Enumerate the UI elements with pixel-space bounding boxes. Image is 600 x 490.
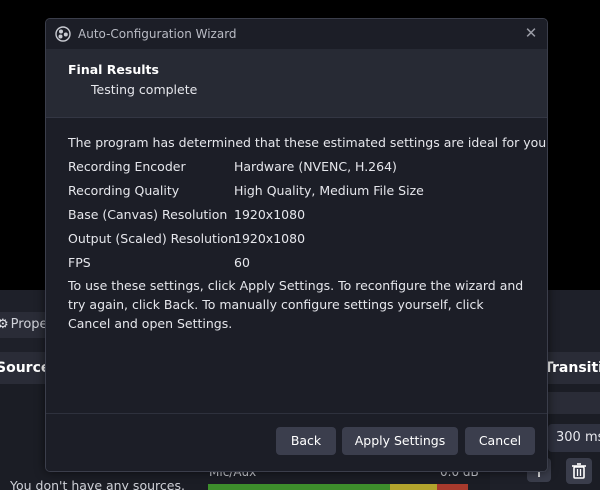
gear-icon: ⚙ <box>0 317 9 332</box>
no-sources-message: You don't have any sources. <box>10 478 185 490</box>
auto-config-wizard-dialog: Auto-Configuration Wizard ✕ Final Result… <box>45 18 548 472</box>
dialog-titlebar[interactable]: Auto-Configuration Wizard ✕ <box>46 19 547 49</box>
transitions-dock-header: Transiti... <box>540 352 600 384</box>
trash-icon[interactable] <box>566 458 592 484</box>
setting-value: High Quality, Medium File Size <box>234 183 424 198</box>
dialog-button-bar: Back Apply Settings Cancel <box>46 413 547 471</box>
wizard-page-header: Final Results Testing complete <box>46 49 547 118</box>
close-icon[interactable]: ✕ <box>523 25 539 41</box>
setting-value: 60 <box>234 255 250 270</box>
results-intro: The program has determined that these es… <box>68 135 548 150</box>
properties-tab-label: Prope <box>10 317 48 332</box>
back-button[interactable]: Back <box>276 427 336 455</box>
screen: ⚙ Prope Sources You don't have any source… <box>0 0 600 490</box>
setting-row-output-resolution: Output (Scaled) Resolution 1920x1080 <box>68 231 528 251</box>
setting-value: 1920x1080 <box>234 231 306 246</box>
setting-value: 1920x1080 <box>234 207 306 222</box>
setting-value: Hardware (NVENC, H.264) <box>234 159 397 174</box>
obs-logo-icon <box>55 26 71 42</box>
page-title: Final Results <box>68 62 159 77</box>
cancel-button[interactable]: Cancel <box>465 427 535 455</box>
setting-row-recording-quality: Recording Quality High Quality, Medium F… <box>68 183 528 203</box>
setting-row-recording-encoder: Recording Encoder Hardware (NVENC, H.264… <box>68 159 528 179</box>
results-instructions: To use these settings, click Apply Setti… <box>68 278 524 331</box>
page-subtitle: Testing complete <box>91 82 198 97</box>
setting-label: Base (Canvas) Resolution <box>68 207 228 222</box>
results-content: The program has determined that these es… <box>46 118 547 413</box>
dialog-title: Auto-Configuration Wizard <box>78 27 237 41</box>
setting-row-base-resolution: Base (Canvas) Resolution 1920x1080 <box>68 207 528 227</box>
setting-label: FPS <box>68 255 91 270</box>
setting-label: Output (Scaled) Resolution <box>68 231 236 246</box>
duration-input[interactable]: 300 ms <box>548 424 600 452</box>
volume-meter <box>208 484 468 490</box>
setting-row-fps: FPS 60 <box>68 255 528 275</box>
apply-settings-button[interactable]: Apply Settings <box>342 427 458 455</box>
transitions-header-label: Transiti... <box>544 360 600 376</box>
setting-label: Recording Encoder <box>68 159 186 174</box>
setting-label: Recording Quality <box>68 183 180 198</box>
transition-select[interactable] <box>546 392 600 414</box>
